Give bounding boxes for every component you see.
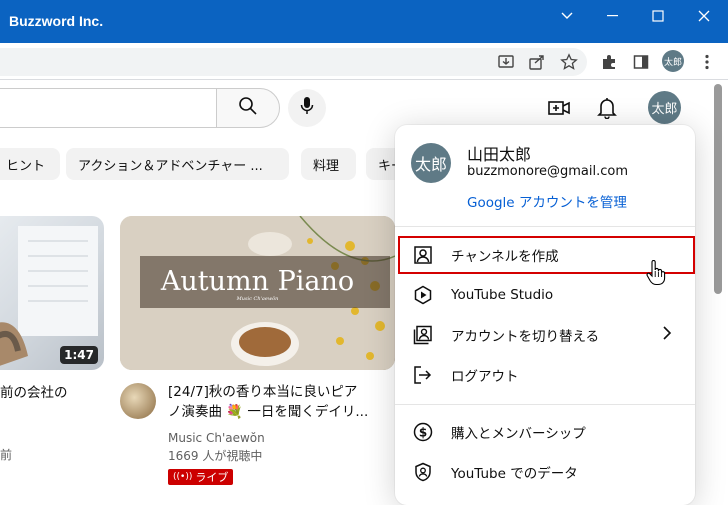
hand-cursor-icon <box>646 259 666 290</box>
menu-item-label: 購入とメンバーシップ <box>451 426 586 442</box>
search-icon <box>238 96 258 120</box>
viewer-count: 1669 人が視聴中 <box>168 449 263 463</box>
microphone-icon <box>300 96 314 120</box>
account-name: 山田太郎 <box>467 145 532 164</box>
search-button[interactable] <box>216 88 280 128</box>
menu-item-switch-account[interactable]: アカウントを切り替える <box>395 315 695 355</box>
share-icon[interactable] <box>527 52 547 72</box>
install-app-icon[interactable] <box>496 52 516 72</box>
browser-toolbar <box>0 43 728 80</box>
filter-chip[interactable]: アクション＆アドベンチャー ... <box>66 148 289 180</box>
channel-name[interactable]: Music Ch'aewŏn <box>168 429 265 447</box>
account-menu: 太郎 山田太郎 buzzmonore@gmail.com Google アカウン… <box>395 125 695 505</box>
minimize-button[interactable] <box>590 0 636 32</box>
filter-chip[interactable]: ヒント <box>0 148 60 180</box>
switch-account-icon <box>411 323 435 347</box>
menu-item-purchases[interactable]: $ 購入とメンバーシップ <box>395 412 695 452</box>
close-button[interactable] <box>681 0 727 32</box>
live-badge: ((•)) ライブ <box>168 469 234 485</box>
menu-item-label: ログアウト <box>451 369 519 385</box>
search-input[interactable] <box>0 88 216 128</box>
your-data-icon <box>411 460 435 484</box>
menu-item-your-data[interactable]: YouTube でのデータ <box>395 452 695 492</box>
tab-list-button[interactable] <box>544 0 590 32</box>
live-label: ライブ <box>195 471 229 484</box>
thumbnail-subtitle: Music Ch'aewŏn <box>236 296 279 302</box>
manage-google-account-link[interactable]: Google アカウントを管理 <box>467 191 627 211</box>
svg-text:$: $ <box>419 426 427 440</box>
voice-search-button[interactable] <box>288 89 326 127</box>
maximize-button[interactable] <box>635 0 681 32</box>
studio-icon <box>411 283 435 307</box>
menu-divider <box>395 404 695 405</box>
menu-item-label: YouTube でのデータ <box>451 466 578 482</box>
create-video-icon[interactable] <box>547 96 571 120</box>
account-avatar-button[interactable]: 太郎 <box>648 91 681 124</box>
account-email: buzzmonore@gmail.com <box>467 164 629 179</box>
sign-out-icon <box>411 363 435 387</box>
channel-avatar[interactable] <box>120 383 156 419</box>
video-duration: 1:47 <box>60 346 98 364</box>
menu-item-label: アカウントを切り替える <box>451 329 600 345</box>
video-title-line2[interactable]: ノ演奏曲 💐 一日を聞くデイリ... <box>168 402 368 422</box>
chevron-right-icon <box>662 325 672 345</box>
video-meta: 前 <box>0 448 13 462</box>
video-title-line1[interactable]: [24/7]秋の香り本当に良いピア <box>168 382 357 402</box>
bookmark-star-icon[interactable] <box>559 52 579 72</box>
extensions-icon[interactable] <box>599 52 619 72</box>
menu-divider <box>395 226 695 227</box>
video-thumbnail[interactable]: Autumn Piano Music Ch'aewŏn <box>120 216 395 370</box>
page-scrollbar[interactable] <box>714 84 722 294</box>
notifications-bell-icon[interactable] <box>595 96 619 120</box>
live-broadcast-icon: ((•)) <box>173 472 193 482</box>
menu-avatar: 太郎 <box>411 143 451 183</box>
video-thumbnail[interactable]: 1:47 <box>0 216 104 370</box>
browser-menu-icon[interactable] <box>697 52 717 72</box>
menu-item-label: YouTube Studio <box>451 287 554 303</box>
window-titlebar: Buzzword Inc. <box>0 0 728 43</box>
menu-item-sign-out[interactable]: ログアウト <box>395 355 695 395</box>
browser-profile-avatar[interactable]: 太郎 <box>662 50 684 72</box>
video-title[interactable]: 前の会社の <box>0 383 68 403</box>
filter-chip[interactable]: 料理 <box>301 148 356 180</box>
thumbnail-title: Autumn Piano <box>160 266 355 297</box>
window-title: Buzzword Inc. <box>9 13 104 29</box>
purchases-icon: $ <box>411 420 435 444</box>
side-panel-icon[interactable] <box>631 52 651 72</box>
